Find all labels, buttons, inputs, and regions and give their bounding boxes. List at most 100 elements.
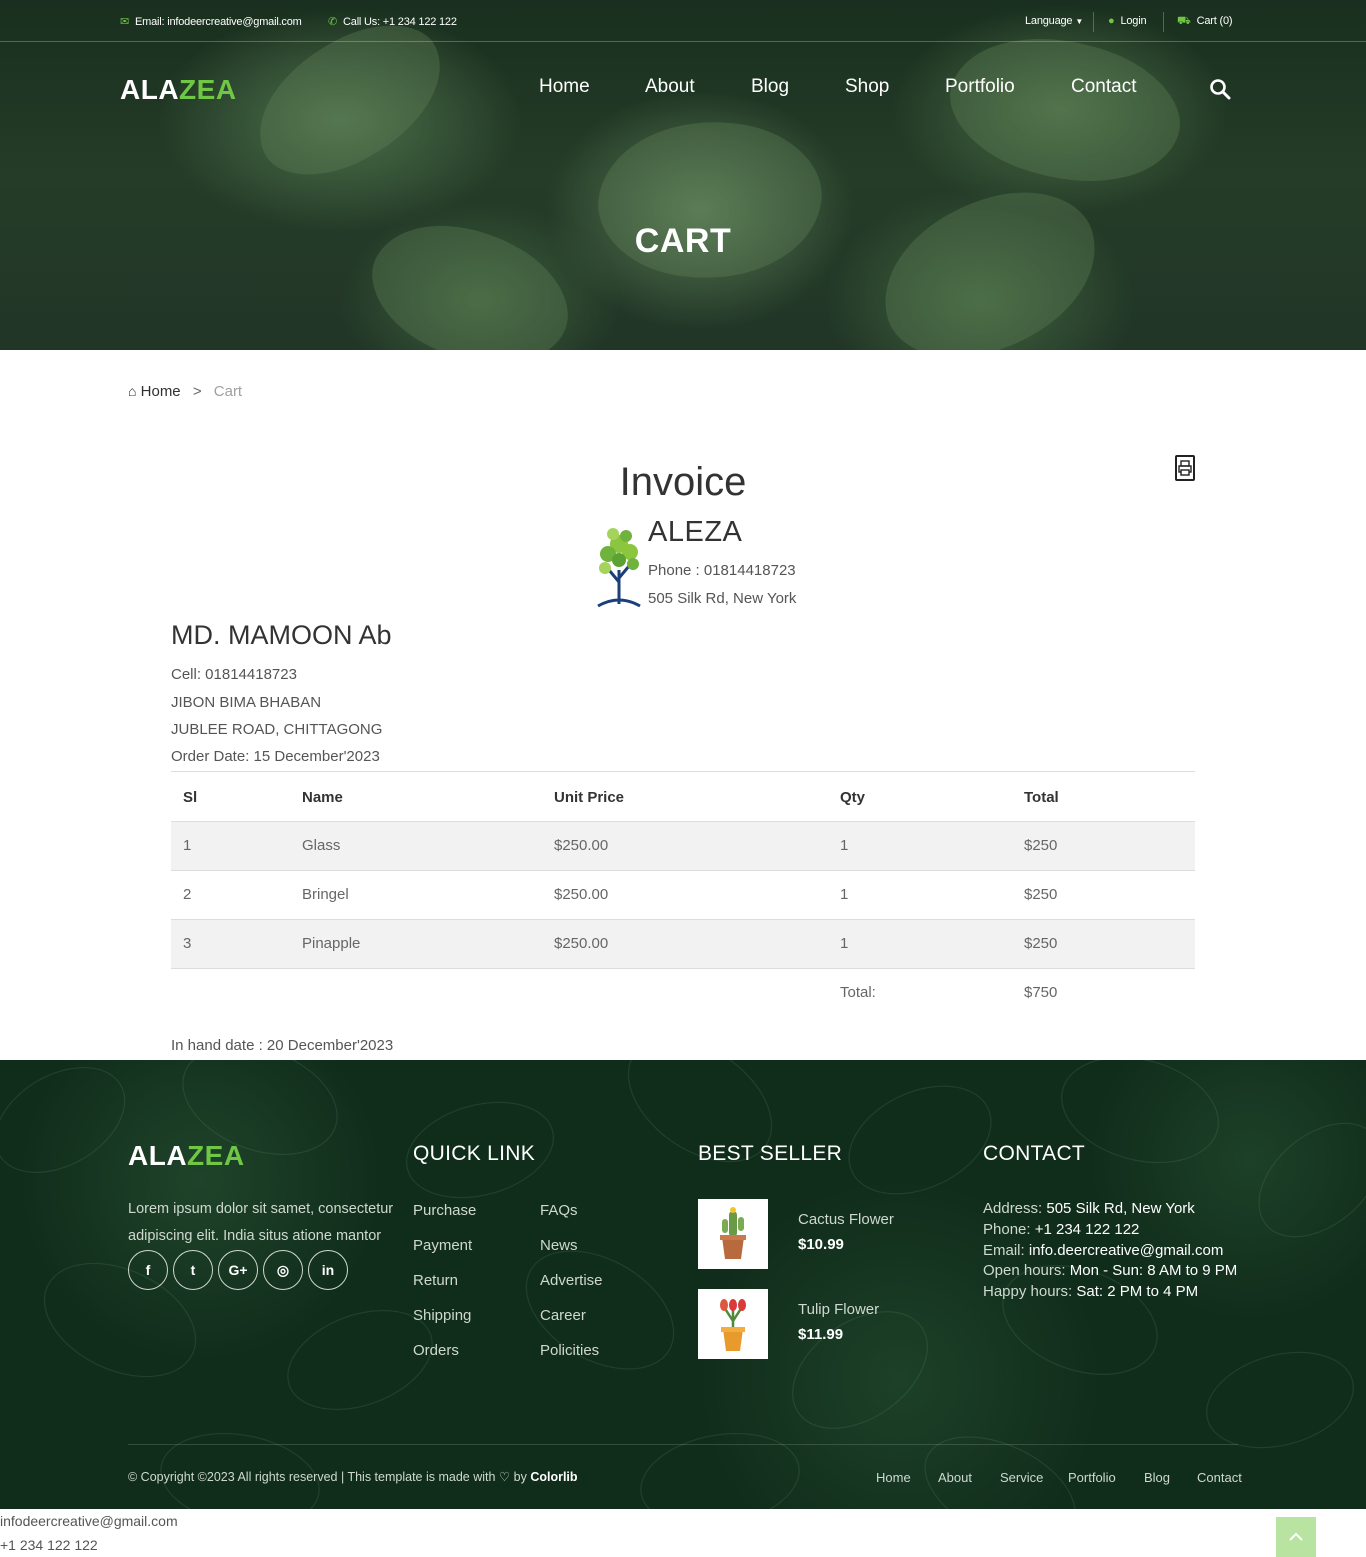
contact-phone: Phone: +1 234 122 122 — [983, 1221, 1140, 1238]
chevron-up-icon — [1289, 1532, 1303, 1541]
nav-portfolio[interactable]: Portfolio — [945, 76, 1015, 98]
breadcrumb-current: Cart — [213, 383, 243, 400]
customer-name: MD. MAMOON Ab — [171, 620, 392, 650]
facebook-icon[interactable]: f — [128, 1250, 168, 1290]
breadcrumb-home[interactable]: Home — [141, 383, 181, 400]
footer-nav-about[interactable]: About — [938, 1470, 972, 1485]
table-cell: Glass — [302, 837, 341, 854]
footer-nav-portfolio[interactable]: Portfolio — [1068, 1470, 1116, 1485]
footer-link-shipping[interactable]: Shipping — [413, 1307, 471, 1324]
table-cell: 3 — [183, 935, 192, 952]
in-hand-date: In hand date : 20 December'2023 — [171, 1037, 394, 1054]
colorlib-link[interactable]: Colorlib — [530, 1470, 577, 1484]
tulip-pot-image — [720, 1299, 746, 1351]
page-title: CART — [634, 222, 732, 260]
footer-link-policities[interactable]: Policities — [540, 1342, 599, 1359]
customer-address-line1: JIBON BIMA BHABAN — [171, 694, 322, 711]
invoice-table: Sl Name Unit Price Qty Total 1 Glass $25… — [171, 771, 1195, 1018]
table-row: 1 Glass $250.00 1 $250 — [171, 822, 1195, 871]
column-header: Qty — [840, 789, 866, 806]
linkedin-icon[interactable]: in — [308, 1250, 348, 1290]
footer-link-payment[interactable]: Payment — [413, 1237, 472, 1254]
footer-link-purchase[interactable]: Purchase — [413, 1202, 476, 1219]
home-icon: ⌂ — [128, 383, 137, 399]
footer-about-line1: Lorem ipsum dolor sit samet, consectetur — [128, 1201, 394, 1217]
footer-link-advertise[interactable]: Advertise — [540, 1272, 603, 1289]
heart-icon: ♡ — [498, 1470, 511, 1484]
product-thumbnail[interactable] — [698, 1289, 768, 1359]
search-icon[interactable] — [1209, 78, 1231, 100]
table-cell: $250.00 — [554, 837, 609, 854]
bottom-phone: +1 234 122 122 — [0, 1537, 98, 1553]
nav-home[interactable]: Home — [539, 76, 590, 98]
footer-logo[interactable]: ALAZEA — [128, 1140, 245, 1172]
footer-divider — [128, 1444, 1238, 1445]
company-phone: Phone : 01814418723 — [648, 562, 796, 579]
column-header: Unit Price — [554, 789, 625, 806]
site-logo[interactable]: ALAZEA — [120, 74, 237, 106]
column-header: Total — [1024, 789, 1059, 806]
total-label: Total: — [840, 984, 876, 1001]
nav-contact[interactable]: Contact — [1071, 76, 1136, 98]
table-row: 3 Pinapple $250.00 1 $250 — [171, 920, 1195, 969]
order-date: Order Date: 15 December'2023 — [171, 748, 380, 765]
bottom-email: infodeercreative@gmail.com — [0, 1513, 178, 1529]
contact-open-hours: Open hours: Mon - Sun: 8 AM to 9 PM — [983, 1262, 1238, 1279]
table-cell: 1 — [840, 886, 849, 903]
table-cell: $250.00 — [554, 935, 609, 952]
invoice-title: Invoice — [619, 460, 747, 504]
breadcrumb: ⌂ Home > Cart — [128, 383, 242, 400]
footer-link-return[interactable]: Return — [413, 1272, 458, 1289]
best-seller-heading: BEST SELLER — [698, 1142, 843, 1165]
login-link[interactable]: ● Login — [1108, 15, 1147, 27]
footer-nav-blog[interactable]: Blog — [1144, 1470, 1170, 1485]
hero-banner: ✉ Email: infodeercreative@gmail.com ✆ Call… — [0, 0, 1366, 350]
contact-happy-hours: Happy hours: Sat: 2 PM to 4 PM — [983, 1283, 1199, 1300]
nav-shop[interactable]: Shop — [845, 76, 889, 98]
product-name[interactable]: Tulip Flower — [798, 1301, 879, 1318]
topbar-email[interactable]: ✉ Email: infodeercreative@gmail.com — [120, 15, 302, 28]
cart-link[interactable]: ⛟ Cart (0) — [1177, 15, 1233, 29]
footer-link-news[interactable]: News — [540, 1237, 578, 1254]
footer-nav-home[interactable]: Home — [876, 1470, 911, 1485]
copyright: © Copyright ©2023 All rights reserved | … — [128, 1470, 578, 1484]
topbar-phone[interactable]: ✆ Call Us: +1 234 122 122 — [328, 15, 457, 28]
scroll-to-top-button[interactable] — [1276, 1517, 1316, 1557]
envelope-icon: ✉ — [120, 16, 130, 28]
table-row: 2 Bringel $250.00 1 $250 — [171, 871, 1195, 920]
column-header: Name — [302, 789, 343, 806]
table-cell: $250 — [1024, 837, 1058, 854]
footer-about-line2: adipiscing elit. India situs atione mant… — [128, 1228, 382, 1244]
customer-address-line2: JUBLEE ROAD, CHITTAGONG — [171, 721, 383, 738]
google-plus-icon[interactable]: G+ — [218, 1250, 258, 1290]
table-cell: $250.00 — [554, 886, 609, 903]
footer-nav-service[interactable]: Service — [1000, 1470, 1043, 1485]
product-name[interactable]: Cactus Flower — [798, 1211, 894, 1228]
product-thumbnail[interactable] — [698, 1199, 768, 1269]
top-bar: ✉ Email: infodeercreative@gmail.com ✆ Call… — [0, 0, 1366, 42]
table-cell: 2 — [183, 886, 192, 903]
cactus-pot-image — [720, 1207, 746, 1259]
nav-about[interactable]: About — [645, 76, 695, 98]
table-cell: 1 — [183, 837, 192, 854]
product-price: $10.99 — [798, 1236, 844, 1253]
footer-link-career[interactable]: Career — [540, 1307, 586, 1324]
topbar-divider — [1163, 12, 1164, 32]
footer-link-orders[interactable]: Orders — [413, 1342, 459, 1359]
contact-heading: CONTACT — [983, 1142, 1086, 1165]
topbar-divider — [1093, 12, 1094, 32]
language-dropdown[interactable]: Language ▼ — [1025, 15, 1083, 27]
table-total-row: Total: $750 — [171, 969, 1195, 1018]
contact-address: Address: 505 Silk Rd, New York — [983, 1200, 1195, 1217]
contact-email: Email: info.deercreative@gmail.com — [983, 1242, 1224, 1259]
column-header: Sl — [183, 789, 198, 806]
company-tree-logo — [597, 528, 641, 608]
table-header-row: Sl Name Unit Price Qty Total — [171, 772, 1195, 822]
footer-nav-contact[interactable]: Contact — [1197, 1470, 1242, 1485]
footer-link-faqs[interactable]: FAQs — [540, 1202, 578, 1219]
instagram-icon[interactable]: ◎ — [263, 1250, 303, 1290]
nav-blog[interactable]: Blog — [751, 76, 789, 98]
company-address: 505 Silk Rd, New York — [648, 590, 797, 607]
caret-down-icon: ▼ — [1075, 17, 1084, 26]
twitter-icon[interactable]: t — [173, 1250, 213, 1290]
